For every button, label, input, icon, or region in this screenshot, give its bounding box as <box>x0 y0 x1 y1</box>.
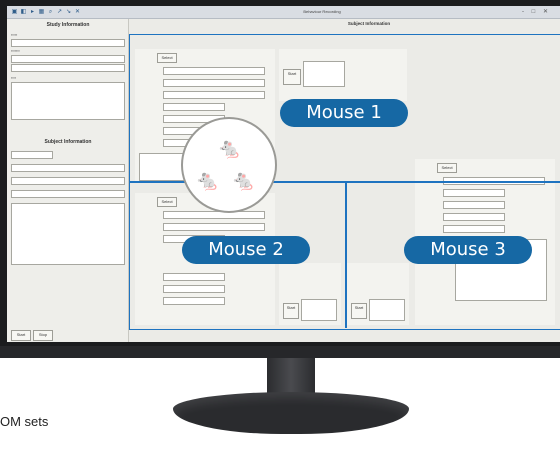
mouse-1-label: Mouse 1 <box>280 99 408 127</box>
left-panel-title: Study Information <box>46 22 90 28</box>
caption-text: OM sets <box>0 414 49 429</box>
subject-field[interactable] <box>11 177 125 185</box>
arrow-icon[interactable]: ↘ <box>65 9 72 16</box>
subject-field[interactable] <box>11 164 125 172</box>
subject-table[interactable] <box>11 203 125 265</box>
mouse-icon: 🐁 <box>217 138 242 160</box>
subject-field[interactable] <box>11 151 53 159</box>
study-field[interactable] <box>11 39 125 47</box>
study-field[interactable] <box>11 64 125 72</box>
search-icon[interactable]: ⌕ <box>47 9 54 16</box>
study-field[interactable] <box>11 55 125 63</box>
field-label: ▪▪▪▪▪ <box>11 33 18 37</box>
window-titlebar: ▣ ◧ ▸ ▦ ⌕ ↗ ↘ ✕ Behaviour Recording - □ … <box>7 6 560 19</box>
subject-field[interactable] <box>11 190 125 198</box>
grid-divider-vertical <box>345 181 347 328</box>
save-icon[interactable]: ◧ <box>20 9 27 16</box>
monitor-stand-base <box>173 392 409 434</box>
left-panel: Study Information ▪▪▪▪▪ ▪▪▪▪▪▪▪ ▪▪▪▪ Sub… <box>7 19 129 342</box>
mouse-3-label: Mouse 3 <box>404 236 532 264</box>
open-icon[interactable]: ▣ <box>11 9 18 16</box>
monitor-chin <box>0 346 560 358</box>
arrow-icon[interactable]: ↗ <box>56 9 63 16</box>
stop-button[interactable]: Stop <box>33 330 53 341</box>
subject-panel-title: Subject Information <box>44 139 92 145</box>
study-notes[interactable] <box>11 82 125 120</box>
window-title: Behaviour Recording <box>303 9 341 14</box>
grid-icon[interactable]: ▦ <box>38 9 45 16</box>
mouse-icon: 🐁 <box>195 170 220 192</box>
mouse-icon: 🐁 <box>231 170 256 192</box>
play-icon[interactable]: ▸ <box>29 9 36 16</box>
main-header: Subject Information <box>347 21 391 26</box>
monitor-screen: ▣ ◧ ▸ ▦ ⌕ ↗ ↘ ✕ Behaviour Recording - □ … <box>7 6 560 342</box>
window-controls[interactable]: - □ ✕ <box>522 8 551 15</box>
arena: 🐁 🐁 🐁 <box>181 117 277 213</box>
field-label: ▪▪▪▪▪▪▪ <box>11 49 20 53</box>
close-icon[interactable]: ✕ <box>74 9 81 16</box>
mouse-2-label: Mouse 2 <box>182 236 310 264</box>
start-button[interactable]: Start <box>11 330 31 341</box>
field-label: ▪▪▪▪ <box>11 76 16 80</box>
